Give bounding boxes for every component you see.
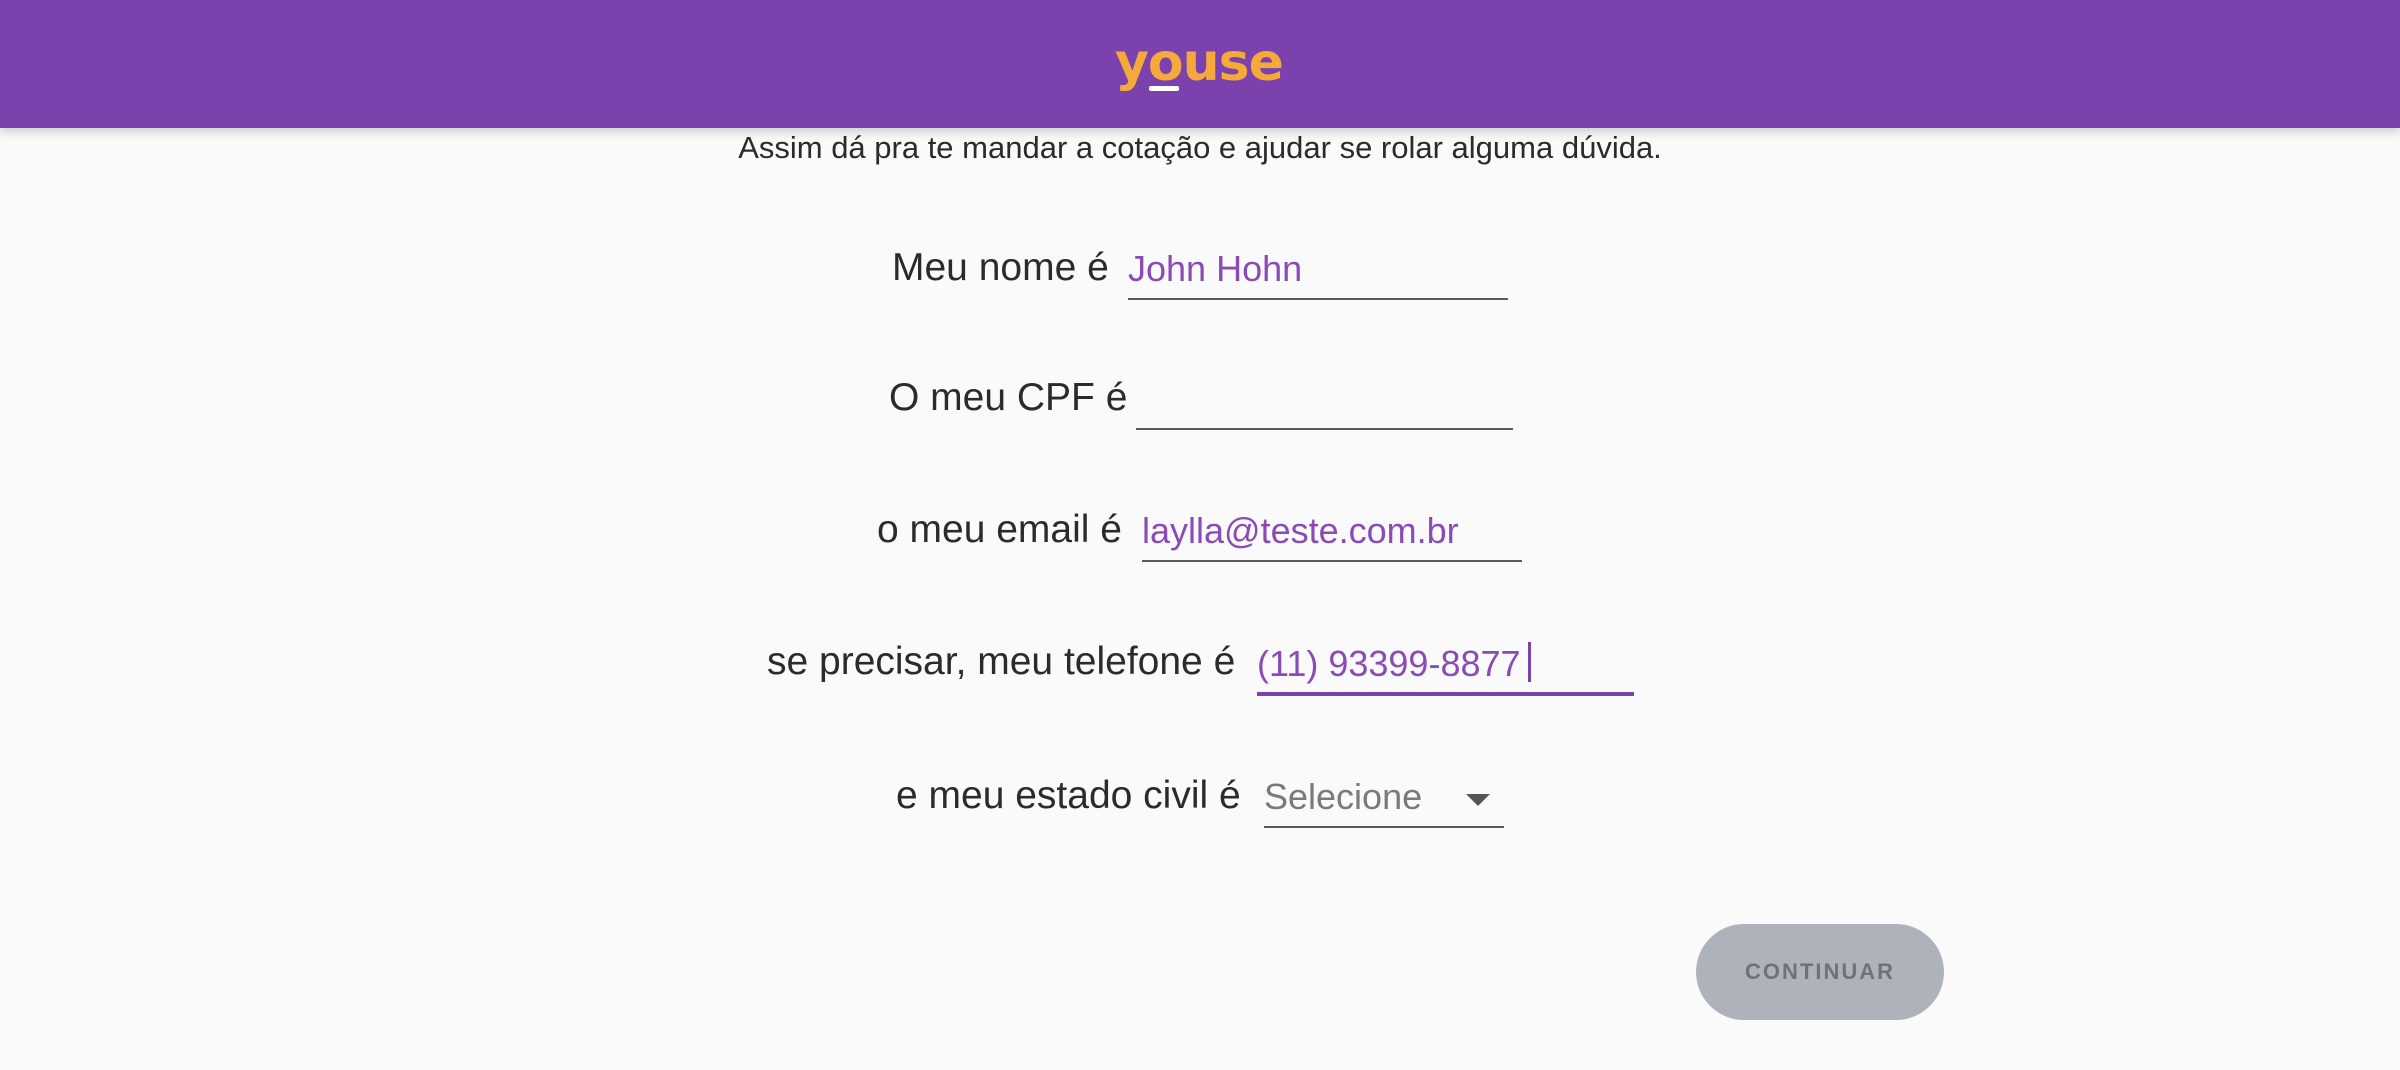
name-row: Meu nome é <box>0 240 2400 330</box>
marital-status-row: e meu estado civil é Selecione <box>0 768 2400 858</box>
phone-input[interactable] <box>1257 636 1634 692</box>
continue-button[interactable]: CONTINUAR <box>1696 924 1944 1020</box>
cpf-row: O meu CPF é <box>0 370 2400 460</box>
marital-status-value: Selecione <box>1264 776 1423 817</box>
cpf-field[interactable] <box>1136 370 1513 430</box>
name-field[interactable] <box>1128 240 1508 300</box>
form-subtitle: Assim dá pra te mandar a cotação e ajuda… <box>738 130 1662 165</box>
phone-row: se precisar, meu telefone é <box>0 634 2400 724</box>
email-row: o meu email é <box>0 502 2400 592</box>
name-input[interactable] <box>1128 240 1508 298</box>
dropdown-arrow-icon[interactable] <box>1466 794 1490 806</box>
logo-text: youse <box>1115 34 1283 93</box>
text-caret <box>1528 642 1531 682</box>
top-bar: youse <box>0 0 2400 128</box>
email-input[interactable] <box>1142 502 1522 560</box>
cpf-input[interactable] <box>1136 370 1513 428</box>
marital-status-label: e meu estado civil é <box>896 774 1241 817</box>
email-field[interactable] <box>1142 502 1522 562</box>
youse-logo[interactable]: youse <box>1115 34 1285 94</box>
phone-label: se precisar, meu telefone é <box>767 640 1236 683</box>
phone-field[interactable] <box>1257 636 1634 696</box>
name-label: Meu nome é <box>892 246 1109 289</box>
cpf-label: O meu CPF é <box>889 376 1128 419</box>
marital-status-select[interactable]: Selecione <box>1264 768 1504 828</box>
email-label: o meu email é <box>877 508 1122 551</box>
